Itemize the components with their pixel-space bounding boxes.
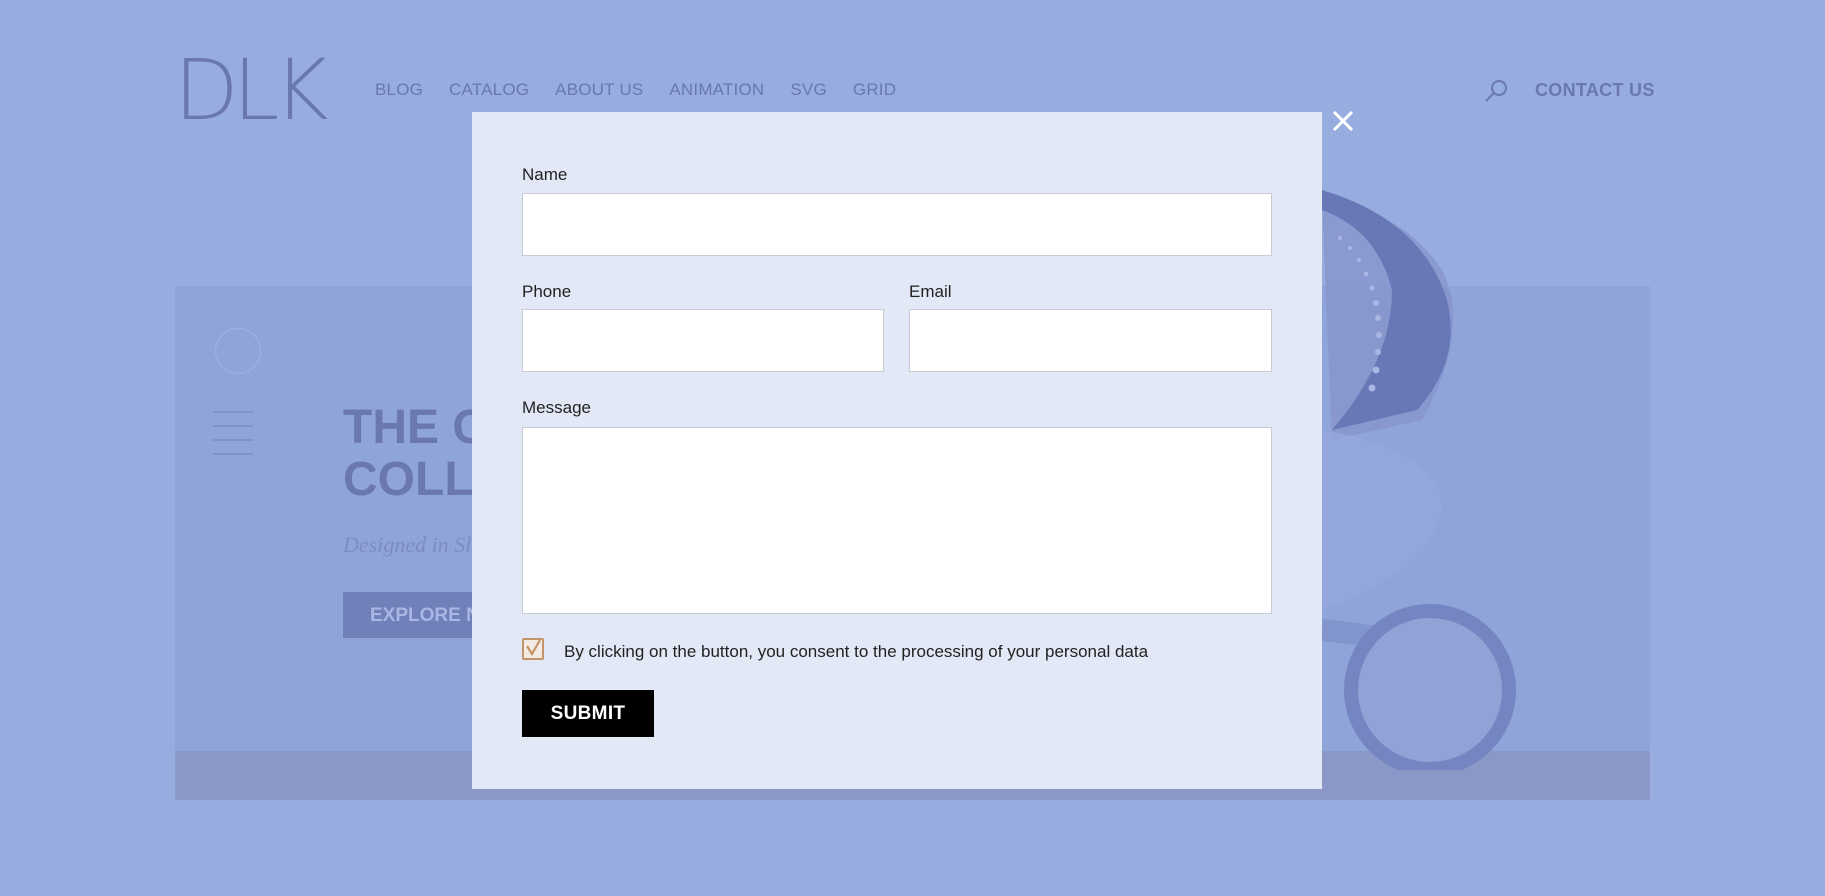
nav-item-svg[interactable]: SVG	[790, 80, 827, 100]
message-label: Message	[522, 398, 591, 417]
nav-item-about-us[interactable]: ABOUT US	[555, 80, 643, 100]
slider-indicator[interactable]	[213, 411, 253, 467]
phone-label: Phone	[522, 282, 572, 301]
consent-text: By clicking on the button, you consent t…	[564, 642, 1149, 661]
main-nav: BLOG CATALOG ABOUT US ANIMATION SVG GRID	[375, 80, 896, 100]
nav-item-grid[interactable]: GRID	[853, 80, 896, 100]
phone-input[interactable]	[523, 310, 883, 371]
name-input[interactable]	[523, 194, 1271, 255]
slider-dot[interactable]	[215, 328, 261, 374]
email-field[interactable]	[909, 309, 1272, 372]
email-input[interactable]	[910, 310, 1271, 371]
message-field[interactable]	[522, 427, 1272, 614]
email-label: Email	[909, 282, 952, 301]
submit-button[interactable]: SUBMIT	[522, 690, 654, 737]
explore-button-label: EXPLORE N	[370, 605, 473, 626]
checkmark-icon	[526, 639, 541, 657]
name-field[interactable]	[522, 193, 1272, 256]
nav-item-blog[interactable]: BLOG	[375, 80, 423, 100]
contact-us-link[interactable]: CONTACT US	[1535, 80, 1655, 101]
hero-subtitle: Designed in Sl	[343, 532, 472, 557]
product-image	[1322, 190, 1516, 770]
consent-checkbox[interactable]	[522, 638, 544, 660]
site-logo[interactable]: DLK	[174, 48, 329, 132]
hero-title: THE C COLL	[343, 402, 483, 506]
nav-item-catalog[interactable]: CATALOG	[449, 80, 529, 100]
phone-field[interactable]	[522, 309, 884, 372]
close-icon[interactable]	[1330, 108, 1356, 134]
hero-title-line-2: COLL	[343, 453, 474, 506]
nav-item-animation[interactable]: ANIMATION	[669, 80, 764, 100]
name-label: Name	[522, 165, 568, 184]
search-icon[interactable]	[1483, 77, 1511, 105]
hero-title-line-1: THE C	[343, 402, 483, 454]
explore-button[interactable]: EXPLORE N	[343, 592, 473, 638]
message-textarea[interactable]	[523, 428, 1271, 613]
